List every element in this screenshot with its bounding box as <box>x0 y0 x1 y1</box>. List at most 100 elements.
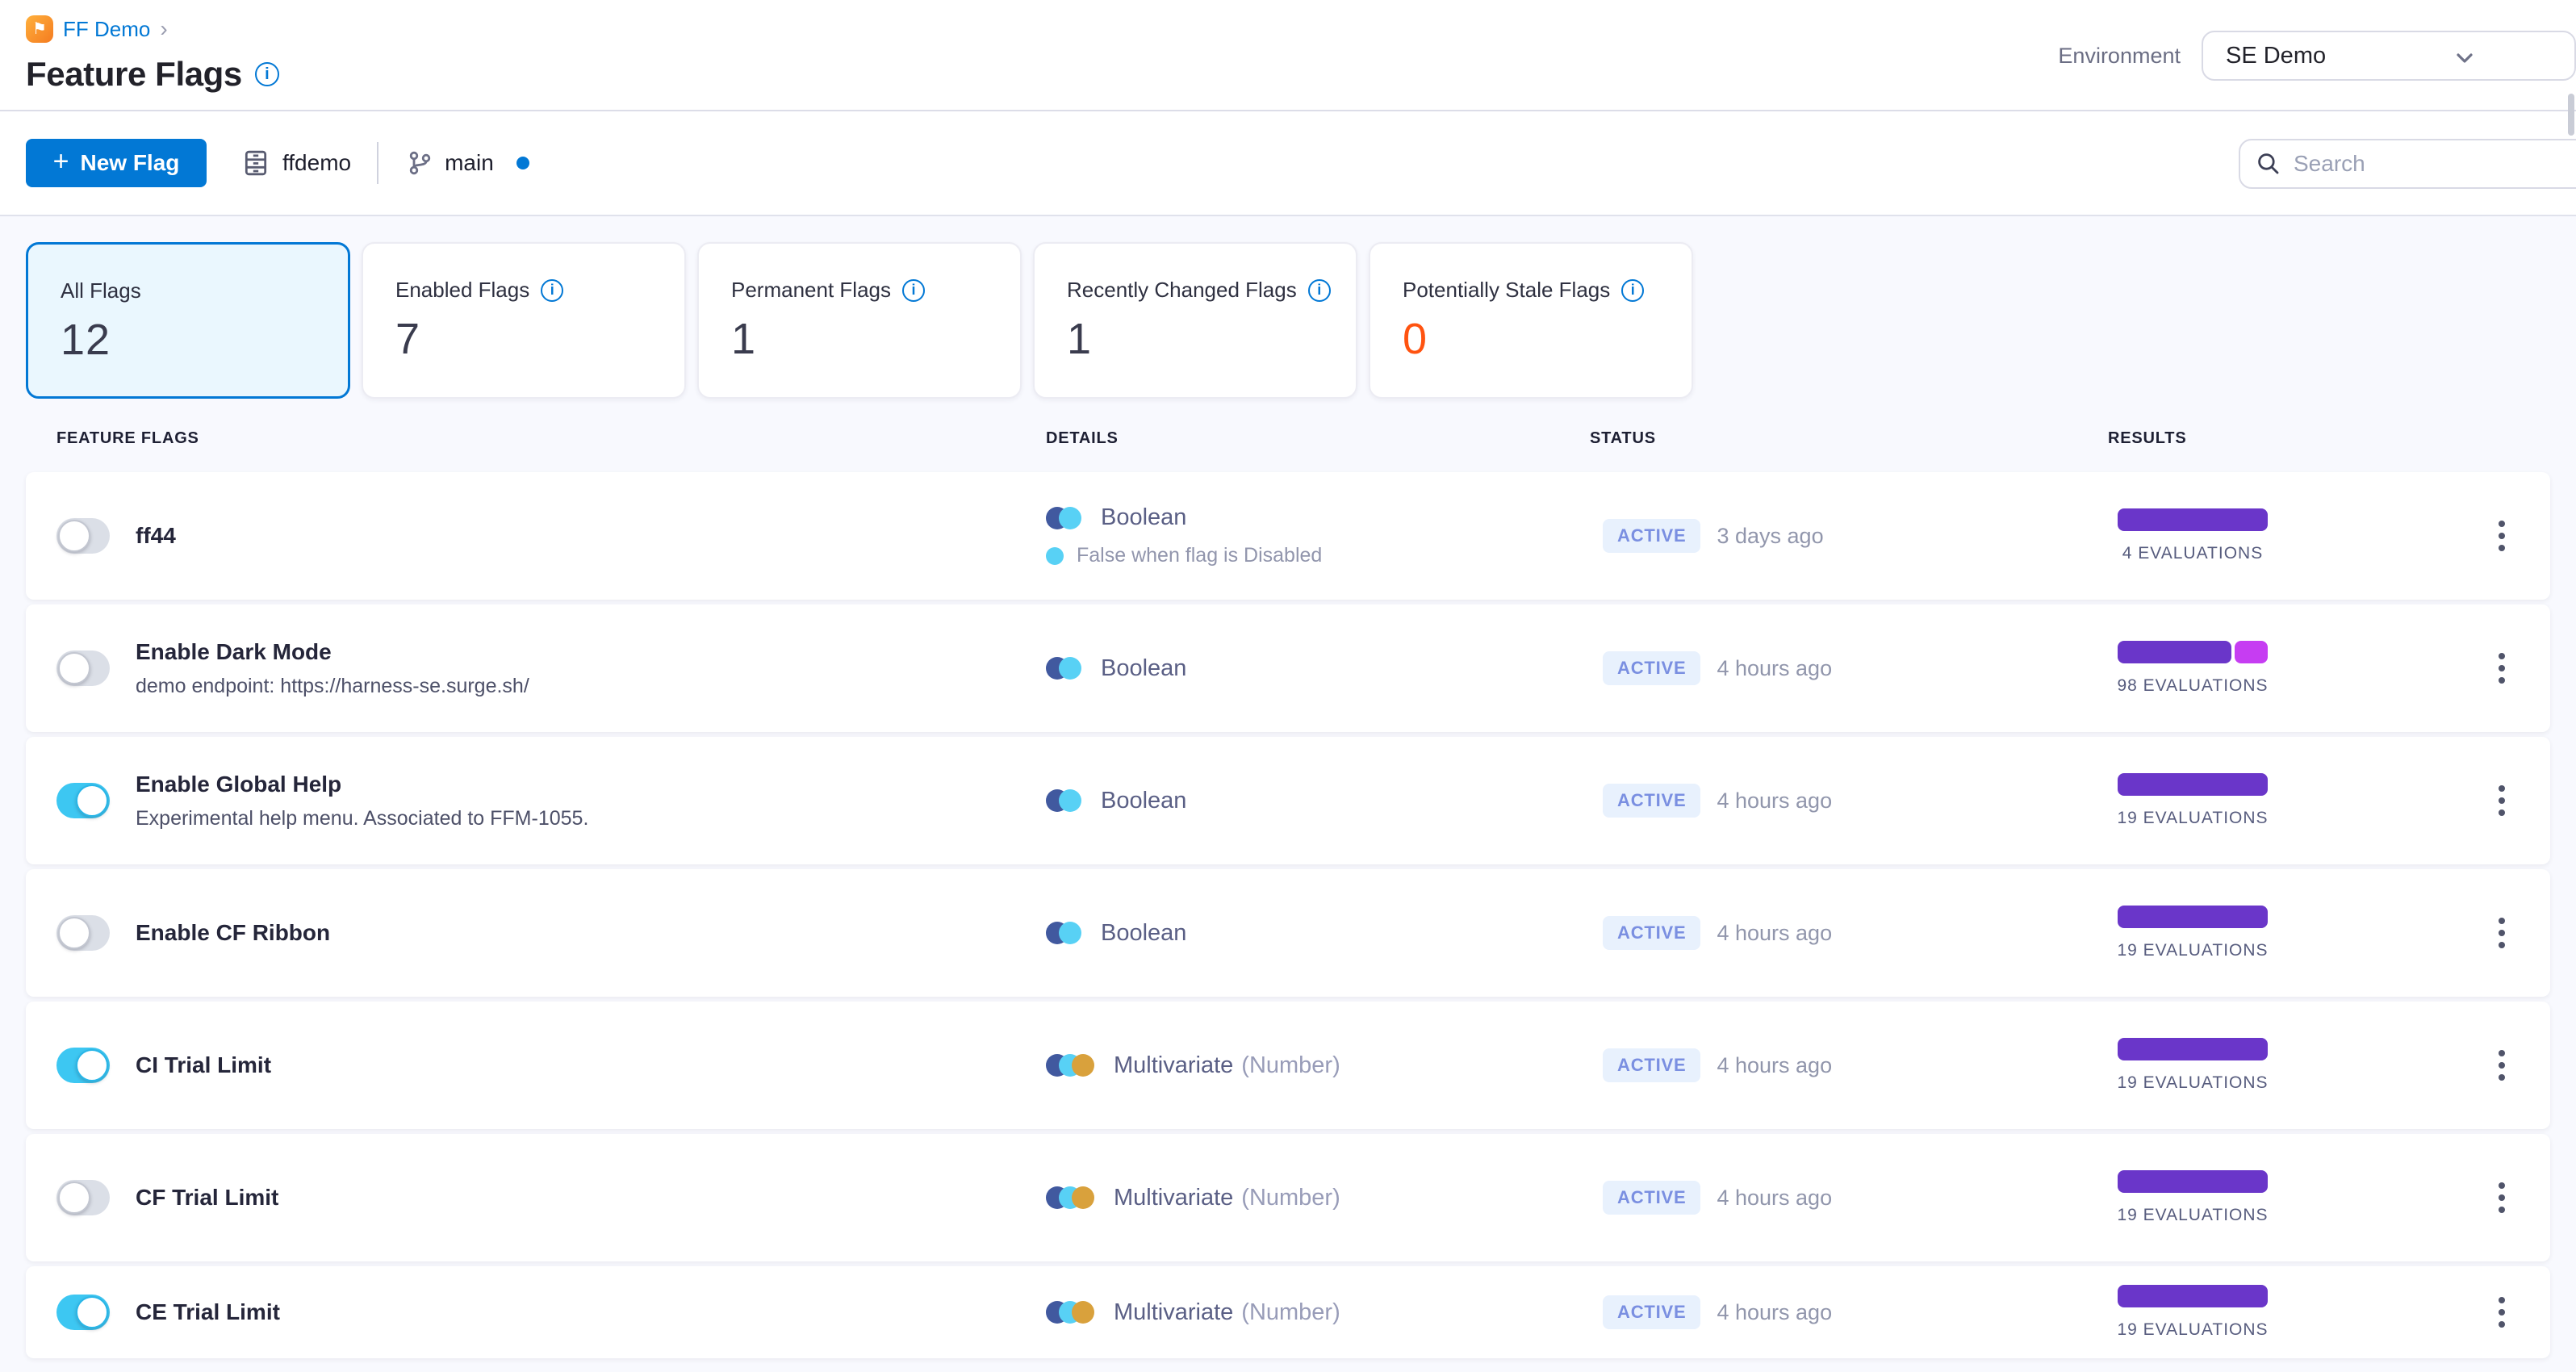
flag-toggle[interactable] <box>56 783 110 818</box>
info-icon[interactable]: i <box>541 278 564 302</box>
evaluations-bar <box>2118 1170 2268 1193</box>
branch-status-dot <box>516 157 529 169</box>
filter-card-recently-changed-flags[interactable]: Recently Changed Flags i 1 <box>1033 242 1357 399</box>
branch-selector[interactable]: main <box>408 150 529 176</box>
flag-kind-detail: (Number) <box>1241 1184 1340 1211</box>
environment-label: Environment <box>2058 43 2181 68</box>
filter-card-enabled-flags[interactable]: Enabled Flags i 7 <box>362 242 686 399</box>
feature-flags-module-icon: ⚑ <box>26 15 53 43</box>
evaluations-count: 19 EVALUATIONS <box>2117 1073 2269 1092</box>
flag-toggle[interactable] <box>56 1180 110 1215</box>
flag-kind: Multivariate <box>1114 1299 1234 1325</box>
filter-card-label: All Flags <box>61 278 141 303</box>
info-icon[interactable]: i <box>901 278 925 302</box>
evaluations-bar <box>2118 508 2268 531</box>
toggle-knob <box>58 1182 90 1214</box>
new-flag-button[interactable]: + New Flag <box>26 139 207 187</box>
repository-icon <box>245 150 267 176</box>
flag-toggle[interactable] <box>56 915 110 951</box>
toolbar-divider <box>377 142 379 184</box>
flag-row-enable-cf-ribbon[interactable]: Enable CF Ribbon Boolean ACTIVE 4 hours … <box>26 869 2550 997</box>
environment-value: SE Demo <box>2226 42 2327 69</box>
evaluations-bar <box>2118 906 2268 928</box>
evaluations-bar <box>2118 641 2268 663</box>
chevron-down-icon <box>2457 53 2473 63</box>
search-icon <box>2258 153 2279 174</box>
flag-description: Experimental help menu. Associated to FF… <box>136 806 589 830</box>
search-input[interactable] <box>2294 151 2536 177</box>
repository-name: ffdemo <box>282 150 352 175</box>
flag-kind: Multivariate <box>1114 1184 1234 1211</box>
flag-kind: Boolean <box>1101 787 1187 814</box>
status-badge: ACTIVE <box>1603 1181 1701 1215</box>
evaluations-count: 98 EVALUATIONS <box>2117 676 2269 695</box>
variation-type-icon <box>1046 789 1081 812</box>
variation-type-icon <box>1046 1301 1094 1324</box>
scrollbar-thumb[interactable] <box>2568 94 2574 136</box>
row-menu-button[interactable] <box>2489 908 2515 958</box>
page-title: Feature Flags <box>26 55 242 93</box>
status-badge: ACTIVE <box>1603 1295 1701 1329</box>
variation-type-icon <box>1046 657 1081 680</box>
flag-kind-detail: (Number) <box>1241 1052 1340 1078</box>
filter-card-potentially-stale-flags[interactable]: Potentially Stale Flags i 0 <box>1369 242 1693 399</box>
git-branch-icon <box>409 151 431 175</box>
repository-selector[interactable]: ffdemo <box>242 149 351 177</box>
feature-flags-page: ⚑ FF Demo › Feature Flags i Environment … <box>0 0 2576 1372</box>
row-menu-button[interactable] <box>2489 1173 2515 1223</box>
evaluations-count: 19 EVALUATIONS <box>2117 1320 2269 1339</box>
row-menu-button[interactable] <box>2489 776 2515 826</box>
variation-type-icon <box>1046 922 1081 944</box>
status-badge: ACTIVE <box>1603 519 1701 553</box>
column-header-feature-flags: FEATURE FLAGS <box>56 429 199 447</box>
flag-kind: Boolean <box>1101 504 1187 530</box>
toggle-knob <box>76 1049 108 1081</box>
row-menu-button[interactable] <box>2489 511 2515 561</box>
status-badge: ACTIVE <box>1603 1048 1701 1082</box>
row-menu-button[interactable] <box>2489 1287 2515 1337</box>
row-menu-button[interactable] <box>2489 643 2515 693</box>
flag-toggle[interactable] <box>56 1048 110 1083</box>
toggle-knob <box>58 917 90 949</box>
breadcrumb-chevron-icon: › <box>160 16 168 41</box>
flag-kind: Boolean <box>1101 919 1187 946</box>
toggle-knob <box>76 1296 108 1328</box>
flag-name: ff44 <box>136 523 176 548</box>
new-flag-label: New Flag <box>80 150 180 175</box>
flag-toggle[interactable] <box>56 650 110 686</box>
evaluations-bar <box>2118 1038 2268 1060</box>
filter-card-label: Potentially Stale Flags <box>1403 278 1611 302</box>
last-updated: 4 hours ago <box>1717 655 1833 680</box>
status-badge: ACTIVE <box>1603 651 1701 685</box>
flag-row-ce-trial-limit[interactable]: CE Trial Limit Multivariate (Number) ACT… <box>26 1266 2550 1358</box>
filter-card-all-flags[interactable]: All Flagsi 12 <box>26 242 350 399</box>
evaluations-bar <box>2118 773 2268 796</box>
default-variation-note: False when flag is Disabled <box>1046 544 1590 567</box>
filter-card-permanent-flags[interactable]: Permanent Flags i 1 <box>697 242 1022 399</box>
evaluations-bar <box>2118 1285 2268 1307</box>
flag-toggle[interactable] <box>56 1295 110 1330</box>
flag-row-cf-trial-limit[interactable]: CF Trial Limit Multivariate (Number) ACT… <box>26 1134 2550 1261</box>
info-icon[interactable]: i <box>1621 278 1645 302</box>
title-info-icon[interactable]: i <box>254 62 279 86</box>
filter-card-value: 1 <box>731 315 757 363</box>
flag-toggle[interactable] <box>56 518 110 554</box>
flag-kind-detail: (Number) <box>1241 1299 1340 1325</box>
status-badge: ACTIVE <box>1603 784 1701 818</box>
flag-name: CI Trial Limit <box>136 1052 272 1077</box>
flag-row-enable-dark-mode[interactable]: Enable Dark Mode demo endpoint: https://… <box>26 604 2550 732</box>
evaluations-count: 19 EVALUATIONS <box>2117 941 2269 960</box>
branch-name: main <box>445 150 494 175</box>
row-menu-button[interactable] <box>2489 1040 2515 1090</box>
info-icon[interactable]: i <box>1307 278 1331 302</box>
environment-select[interactable]: SE Demo <box>2202 31 2576 81</box>
toggle-knob <box>58 520 90 552</box>
flag-row-enable-global-help[interactable]: Enable Global Help Experimental help men… <box>26 737 2550 864</box>
flag-row-ci-trial-limit[interactable]: CI Trial Limit Multivariate (Number) ACT… <box>26 1002 2550 1129</box>
flag-name: Enable Global Help <box>136 771 342 797</box>
flag-name: Enable CF Ribbon <box>136 920 331 945</box>
breadcrumb-project-link[interactable]: FF Demo <box>63 17 150 42</box>
flag-row-ff44[interactable]: ff44 Boolean False when flag is Disabled… <box>26 472 2550 600</box>
search-box <box>2239 139 2576 189</box>
variation-type-icon <box>1046 1186 1094 1209</box>
